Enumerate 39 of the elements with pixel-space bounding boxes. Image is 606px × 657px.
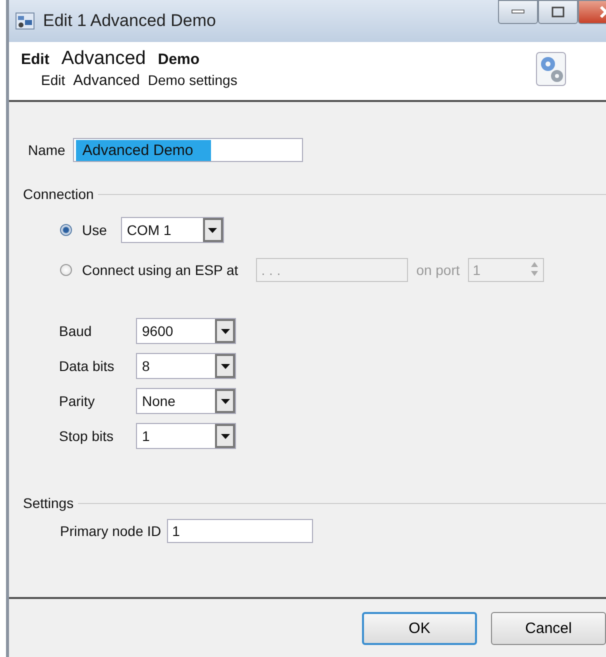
field-label: Baud [59,323,93,339]
field-label: Parity [59,393,96,409]
port-label: on port [416,262,460,278]
node-id-field[interactable]: 1 [167,519,314,543]
dropdown-arrow-icon [220,364,230,368]
dropdown-arrow-icon [220,398,230,404]
name-label: Name [28,142,66,158]
maximize-button[interactable] [538,0,578,24]
radio-button[interactable] [60,224,72,236]
dialog-button[interactable]: OK [362,612,478,644]
minimize-icon [511,9,525,15]
radio-label: Use [82,222,107,238]
header-title: Edit [21,51,50,68]
spinner-arrows-icon [530,260,539,278]
field-label: Data bits [59,358,116,374]
port-dropdown[interactable]: COM 1 [120,217,224,243]
group-title: Connection [23,186,94,202]
dropdown[interactable]: None [136,388,236,414]
dropdown[interactable]: 8 [136,353,236,379]
minimize-button[interactable] [498,0,538,24]
dropdown-arrow-icon [208,228,218,232]
header-subtitle: Demo settings [148,72,238,88]
window-title: Edit 1 Advanced Demo [43,11,216,31]
app-icon [15,12,35,30]
dropdown-arrow-icon [220,328,230,334]
group-title: Settings [23,495,74,511]
header-subtitle: Advanced [73,72,140,89]
radio-label: Connect using an ESP at [82,262,238,278]
name-field[interactable]: Advanced Demo [73,138,304,162]
header-title: Advanced [61,48,146,70]
header-title: Demo [158,51,200,68]
field-label: Stop bits [59,428,114,444]
maximize-icon [551,6,565,18]
dropdown[interactable]: 1 [136,423,236,449]
header-subtitle: Edit [41,72,66,88]
dropdown-arrow-icon [220,434,230,438]
field-label: Primary node ID [60,523,162,539]
dialog-button[interactable]: Cancel [491,612,606,644]
dropdown[interactable]: 9600 [136,318,236,344]
